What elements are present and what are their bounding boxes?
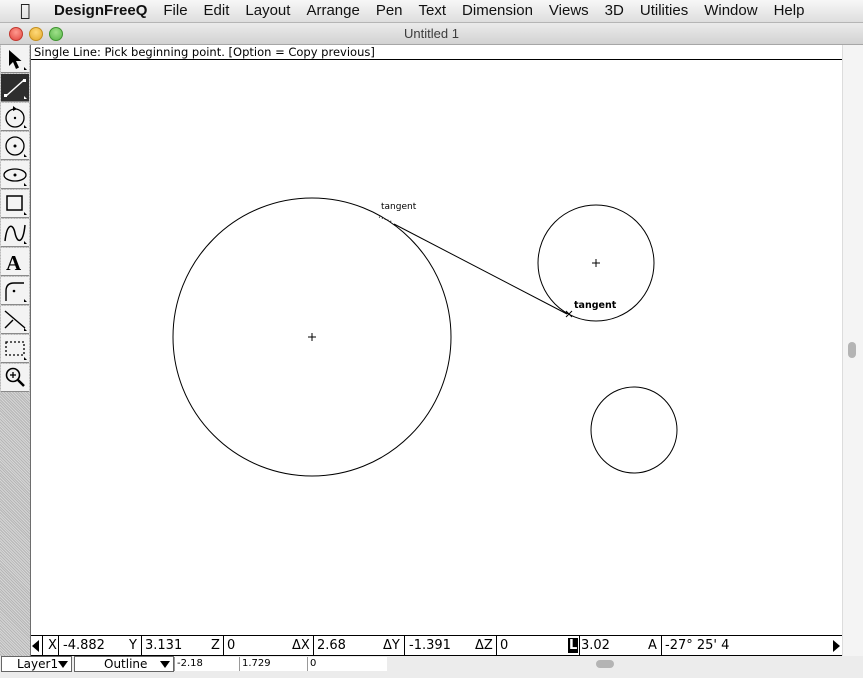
dx-label: ΔX <box>292 638 310 653</box>
z-value-field[interactable]: 0 <box>227 636 235 655</box>
text-icon: A <box>6 251 22 275</box>
length-label-box: L <box>568 638 579 653</box>
chevron-down-icon <box>58 661 68 668</box>
arc-tool[interactable] <box>1 103 29 131</box>
dashed-rectangle-icon <box>5 341 27 360</box>
z-label: Z <box>211 638 220 653</box>
select-arrow-tool[interactable] <box>1 45 29 73</box>
bezier-curve-icon <box>4 224 27 244</box>
large-circle-center-mark <box>308 333 316 341</box>
window-titlebar[interactable]: Untitled 1 <box>0 23 863 45</box>
ellipse-icon <box>3 168 27 186</box>
medium-circle-center-mark <box>592 259 600 267</box>
scroll-left-arrow-icon[interactable] <box>32 640 39 652</box>
menu-3d[interactable]: 3D <box>605 0 624 22</box>
vertical-scrollbar[interactable] <box>842 45 863 656</box>
dx-value-field[interactable]: 2.68 <box>317 636 346 655</box>
arc-rotate-icon <box>5 106 27 128</box>
menu-window[interactable]: Window <box>704 0 757 22</box>
layer-dropdown-value: Layer1 <box>17 657 59 671</box>
rectangle-icon <box>6 195 27 215</box>
menu-help[interactable]: Help <box>774 0 805 22</box>
fillet-tool[interactable] <box>1 277 29 305</box>
dy-label: ΔY <box>383 638 400 653</box>
x-value-field[interactable]: -4.882 <box>63 636 105 655</box>
dz-label: ΔZ <box>475 638 493 653</box>
drawing-canvas[interactable]: tangent tangent <box>31 61 842 635</box>
menu-views[interactable]: Views <box>549 0 589 22</box>
menu-utilities[interactable]: Utilities <box>640 0 688 22</box>
menu-pen[interactable]: Pen <box>376 0 403 22</box>
scroll-right-arrow-icon[interactable] <box>833 640 840 652</box>
horizontal-scroll-thumb[interactable] <box>596 660 614 668</box>
menu-list: DesignFreeQ File Edit Layout Arrange Pen… <box>54 0 820 22</box>
menu-arrange[interactable]: Arrange <box>306 0 359 22</box>
dy-value-field[interactable]: -1.391 <box>409 636 451 655</box>
dz-value-field[interactable]: 0 <box>500 636 508 655</box>
circle-icon <box>5 136 27 157</box>
rectangle-tool[interactable] <box>1 190 29 218</box>
menu-dimension[interactable]: Dimension <box>462 0 533 22</box>
menu-bar:  DesignFreeQ File Edit Layout Arrange P… <box>0 0 863 23</box>
y-label: Y <box>129 638 137 653</box>
marquee-tool[interactable] <box>1 335 29 363</box>
ellipse-tool[interactable] <box>1 161 29 189</box>
trim-tool[interactable] <box>1 306 29 334</box>
line-icon <box>4 79 27 99</box>
text-tool[interactable]: A <box>1 248 29 276</box>
view-mode-dropdown-value: Outline <box>104 657 148 671</box>
status-field-1: -2.18 <box>174 657 239 671</box>
vertical-scroll-thumb[interactable] <box>848 342 856 358</box>
y-value-field[interactable]: 3.131 <box>145 636 182 655</box>
length-value-field[interactable]: 3.02 <box>581 636 610 655</box>
length-label: L <box>568 636 579 655</box>
command-prompt: Single Line: Pick beginning point. [Opti… <box>31 45 842 60</box>
snap-label-tangent-1: tangent <box>381 202 417 212</box>
fillet-icon <box>5 282 27 302</box>
menu-edit[interactable]: Edit <box>204 0 230 22</box>
status-bar: Layer1 Outline -2.18 1.729 0 <box>0 656 863 678</box>
angle-label: A <box>648 638 657 653</box>
apple-menu-icon[interactable]:  <box>20 2 30 20</box>
small-circle[interactable] <box>590 386 678 474</box>
menu-layout[interactable]: Layout <box>245 0 290 22</box>
menu-file[interactable]: File <box>163 0 187 22</box>
x-label: X <box>48 638 57 653</box>
view-mode-dropdown[interactable]: Outline <box>74 656 174 672</box>
chevron-down-icon <box>160 661 170 668</box>
layer-dropdown[interactable]: Layer1 <box>1 656 72 672</box>
trim-icon <box>4 310 27 331</box>
menu-text[interactable]: Text <box>419 0 447 22</box>
window-title: Untitled 1 <box>404 26 459 41</box>
zoom-tool[interactable] <box>1 364 29 392</box>
coordinate-bar: X -4.882 Y 3.131 Z 0 ΔX 2.68 ΔY -1.391 Δ… <box>31 635 842 656</box>
document-window: Untitled 1 A Single Line: Pick beginning… <box>0 23 863 678</box>
arrow-pointer-icon <box>9 50 27 70</box>
tool-palette: A <box>0 45 31 656</box>
curve-tool[interactable] <box>1 219 29 247</box>
status-field-3: 0 <box>307 657 387 671</box>
magnifier-icon <box>5 367 25 387</box>
line-tool[interactable] <box>1 74 29 102</box>
angle-value-field[interactable]: -27° 25' 4 <box>665 636 729 655</box>
status-field-2: 1.729 <box>239 657 307 671</box>
circle-tool[interactable] <box>1 132 29 160</box>
svg-text:A: A <box>6 251 22 275</box>
tangent-line[interactable] <box>393 223 568 315</box>
menu-app-name[interactable]: DesignFreeQ <box>54 0 147 22</box>
snap-label-tangent-2: tangent <box>574 300 617 311</box>
